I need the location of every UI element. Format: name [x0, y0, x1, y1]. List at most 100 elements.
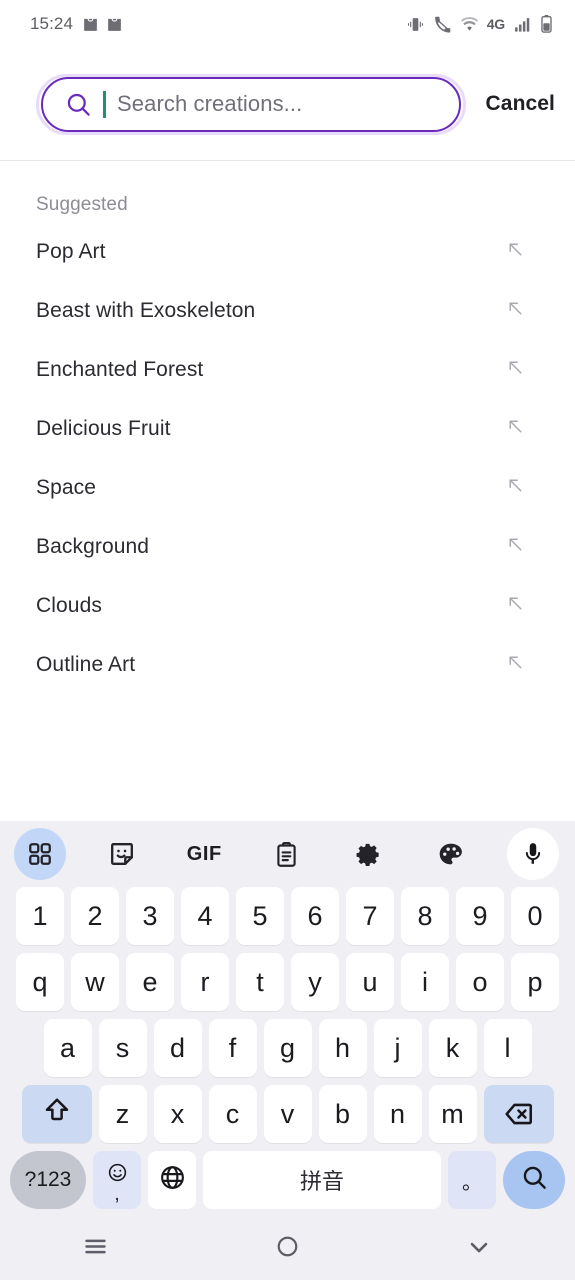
suggestion-label: Beast with Exoskeleton — [36, 298, 256, 322]
key-c[interactable]: c — [208, 1085, 257, 1143]
key-f[interactable]: f — [208, 1019, 257, 1077]
key-k[interactable]: k — [428, 1019, 477, 1077]
symbols-key[interactable]: ?123 — [10, 1151, 86, 1209]
text-caret — [103, 90, 106, 118]
arrow-up-left-icon[interactable] — [505, 534, 526, 560]
cancel-button[interactable]: Cancel — [486, 92, 555, 116]
hamburger-icon — [82, 1233, 109, 1265]
key-d[interactable]: d — [153, 1019, 202, 1077]
arrow-up-left-icon[interactable] — [505, 416, 526, 442]
suggestions-list: Suggested Pop Art Beast with Exoskeleton… — [0, 161, 575, 821]
suggestion-label: Space — [36, 475, 97, 499]
sticker-icon[interactable] — [96, 828, 148, 880]
call-mute-icon — [433, 16, 452, 33]
key-u[interactable]: u — [346, 953, 394, 1011]
suggestion-item-space[interactable]: Space — [36, 458, 539, 517]
arrow-up-left-icon[interactable] — [505, 298, 526, 324]
key-5[interactable]: 5 — [236, 887, 284, 945]
keyboard-row-qwerty: q w e r t y u i o p — [0, 953, 575, 1011]
suggestion-item-background[interactable]: Background — [36, 517, 539, 576]
phone-screen: 15:24 4G Search creations... Cancel Sugg… — [0, 0, 575, 1280]
period-key[interactable]: 。 — [448, 1151, 496, 1209]
space-key[interactable]: 拼音 — [203, 1151, 441, 1209]
search-icon — [65, 91, 92, 118]
suggestion-label: Clouds — [36, 593, 102, 617]
key-g[interactable]: g — [263, 1019, 312, 1077]
hide-keyboard-button[interactable] — [444, 1226, 514, 1272]
home-button[interactable] — [252, 1226, 322, 1272]
key-w[interactable]: w — [71, 953, 119, 1011]
emoji-comma-key[interactable]: , — [93, 1151, 141, 1209]
key-q[interactable]: q — [16, 953, 64, 1011]
suggestion-item-enchanted-forest[interactable]: Enchanted Forest — [36, 340, 539, 399]
key-h[interactable]: h — [318, 1019, 367, 1077]
search-enter-key[interactable] — [503, 1151, 565, 1209]
language-switch-key[interactable] — [148, 1151, 196, 1209]
key-3[interactable]: 3 — [126, 887, 174, 945]
arrow-up-left-icon[interactable] — [505, 652, 526, 678]
keyboard-row-home: a s d f g h j k l — [0, 1019, 575, 1077]
key-j[interactable]: j — [373, 1019, 422, 1077]
key-s[interactable]: s — [98, 1019, 147, 1077]
arrow-up-left-icon[interactable] — [505, 593, 526, 619]
suggestion-item-delicious-fruit[interactable]: Delicious Fruit — [36, 399, 539, 458]
battery-icon — [540, 15, 553, 33]
keyboard-toolbar: GIF — [0, 821, 575, 887]
status-bar-right: 4G — [406, 15, 553, 33]
arrow-up-left-icon[interactable] — [505, 239, 526, 265]
key-l[interactable]: l — [483, 1019, 532, 1077]
arrow-up-left-icon[interactable] — [505, 357, 526, 383]
suggestion-label: Pop Art — [36, 239, 106, 263]
key-n[interactable]: n — [373, 1085, 422, 1143]
key-r[interactable]: r — [181, 953, 229, 1011]
search-input[interactable]: Search creations... — [41, 76, 461, 132]
suggestion-item-pop-art[interactable]: Pop Art — [36, 222, 539, 281]
key-m[interactable]: m — [428, 1085, 477, 1143]
key-8[interactable]: 8 — [401, 887, 449, 945]
key-z[interactable]: z — [98, 1085, 147, 1143]
vibrate-icon — [406, 16, 425, 33]
arrow-up-left-icon[interactable] — [505, 475, 526, 501]
key-0[interactable]: 0 — [511, 887, 559, 945]
shift-key[interactable] — [21, 1085, 92, 1143]
keyboard-row-zxcvbnm: z x c v b n m — [0, 1085, 575, 1143]
circle-icon — [275, 1234, 300, 1264]
key-6[interactable]: 6 — [291, 887, 339, 945]
key-7[interactable]: 7 — [346, 887, 394, 945]
palette-icon[interactable] — [425, 828, 477, 880]
search-field-focus-ring: Search creations... — [36, 73, 466, 135]
key-o[interactable]: o — [456, 953, 504, 1011]
key-2[interactable]: 2 — [71, 887, 119, 945]
key-i[interactable]: i — [401, 953, 449, 1011]
key-y[interactable]: y — [291, 953, 339, 1011]
key-e[interactable]: e — [126, 953, 174, 1011]
suggestion-item-clouds[interactable]: Clouds — [36, 576, 539, 635]
microphone-icon[interactable] — [506, 828, 559, 880]
grid-icon[interactable] — [14, 828, 66, 880]
suggestion-item-outline-art[interactable]: Outline Art — [36, 635, 539, 694]
signal-bars-icon — [513, 16, 532, 33]
key-t[interactable]: t — [236, 953, 284, 1011]
keyboard-row-bottom: ?123 , 拼音 。 — [0, 1151, 575, 1209]
system-navigation-bar — [0, 1218, 575, 1280]
recents-button[interactable] — [61, 1226, 131, 1272]
suggestion-item-beast-with-exoskeleton[interactable]: Beast with Exoskeleton — [36, 281, 539, 340]
virtual-keyboard: GIF 1 2 3 4 5 6 7 8 9 0 q w e r t y u i … — [0, 821, 575, 1218]
gif-icon[interactable]: GIF — [178, 828, 230, 880]
backspace-key[interactable] — [483, 1085, 554, 1143]
keyboard-row-numbers: 1 2 3 4 5 6 7 8 9 0 — [0, 887, 575, 945]
key-b[interactable]: b — [318, 1085, 367, 1143]
suggestion-label: Enchanted Forest — [36, 357, 204, 381]
key-1[interactable]: 1 — [16, 887, 64, 945]
key-9[interactable]: 9 — [456, 887, 504, 945]
key-a[interactable]: a — [43, 1019, 92, 1077]
gear-icon[interactable] — [343, 828, 395, 880]
status-time: 15:24 — [30, 14, 74, 33]
clipboard-icon[interactable] — [260, 828, 312, 880]
key-x[interactable]: x — [153, 1085, 202, 1143]
key-p[interactable]: p — [511, 953, 559, 1011]
key-4[interactable]: 4 — [181, 887, 229, 945]
key-v[interactable]: v — [263, 1085, 312, 1143]
chevron-down-icon — [465, 1233, 493, 1266]
notification-icons — [82, 16, 123, 33]
